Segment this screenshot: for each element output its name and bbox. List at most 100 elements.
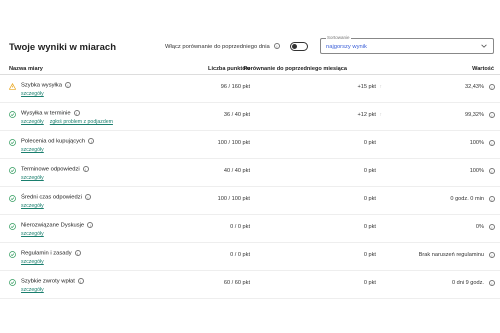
check-circle-icon xyxy=(9,223,16,230)
row-link[interactable]: szczegóły xyxy=(21,231,44,237)
value-cell: Brak naruszeń regulaminu xyxy=(418,252,484,258)
row-links: szczegóły zgłoś problem z podjazdem xyxy=(21,119,119,125)
row-link[interactable]: zgłoś problem z podjazdem xyxy=(50,119,113,125)
row-link[interactable]: szczegóły xyxy=(21,175,44,181)
info-icon[interactable]: i xyxy=(489,167,495,174)
column-header-compare[interactable]: Porównanie do poprzedniego miesiąca xyxy=(243,66,347,72)
info-icon[interactable]: i xyxy=(77,278,84,284)
compare-cell: 0 pkt xyxy=(363,196,376,202)
compare-cell: 0 pkt xyxy=(363,140,376,146)
info-icon[interactable]: i xyxy=(82,166,89,172)
row-link[interactable]: szczegóły xyxy=(21,119,44,125)
sort-select[interactable]: Sortowanie najgorszy wynik xyxy=(320,35,494,54)
table-row: Szybkie zwroty wpłat i szczegóły 60 / 60 pk… xyxy=(0,273,500,299)
info-icon[interactable]: i xyxy=(88,138,95,144)
row-link[interactable]: szczegóły xyxy=(21,147,44,153)
info-icon[interactable]: i xyxy=(489,83,495,90)
chevron-down-icon xyxy=(481,44,487,48)
value-cell: 0 dni 9 godz. xyxy=(451,280,484,286)
info-icon[interactable]: i xyxy=(489,279,495,286)
compare-toggle-label: Włącz porównanie do poprzedniego dnia xyxy=(165,44,270,50)
value-cell: 0% xyxy=(475,224,484,230)
page-title: Twoje wyniki w miarach xyxy=(9,42,116,53)
metric-label: Regulamin i zasady xyxy=(21,250,72,257)
column-header-value[interactable]: Wartość xyxy=(472,66,494,72)
table-row: Regulamin i zasady i szczegóły 0 / 0 pkt 0 p… xyxy=(0,245,500,271)
row-links: szczegóły xyxy=(21,175,50,181)
check-circle-icon xyxy=(9,251,16,258)
arrow-up-icon: ↑ xyxy=(379,84,383,90)
metric-label: Średni czas odpowiedzi xyxy=(21,194,82,201)
points-cell: 36 / 40 pkt xyxy=(223,112,250,118)
metric-name: Polecenia od kupujących i xyxy=(21,138,95,145)
points-cell: 0 / 0 pkt xyxy=(230,252,250,258)
info-icon[interactable]: i xyxy=(74,250,81,256)
metric-name: Regulamin i zasady i xyxy=(21,250,81,257)
value-cell: 100% xyxy=(469,168,484,174)
metric-label: Szybkie zwroty wpłat xyxy=(21,278,75,285)
info-icon[interactable]: i xyxy=(64,82,71,88)
results-header: Twoje wyniki w miarach Włącz porównanie … xyxy=(0,30,500,62)
points-cell: 40 / 40 pkt xyxy=(223,168,250,174)
row-links: szczegóły xyxy=(21,203,50,209)
toggle-knob xyxy=(292,44,297,49)
compare-cell: 0 pkt xyxy=(363,252,376,258)
check-circle-icon xyxy=(9,111,16,118)
metric-label: Terminowe odpowiedzi xyxy=(21,166,80,173)
row-links: szczegóły xyxy=(21,287,50,293)
table-row: Nierozwiązane Dyskusje i szczegóły 0 / 0 pk… xyxy=(0,217,500,243)
table-header: Nazwa miary Liczba punktów Porównanie do… xyxy=(0,63,500,75)
table-row: Terminowe odpowiedzi i szczegóły 40 / 40 pk… xyxy=(0,161,500,187)
value-cell: 32,43% xyxy=(465,84,484,90)
check-circle-icon xyxy=(9,167,16,174)
info-icon[interactable]: i xyxy=(84,194,91,200)
compare-toggle[interactable] xyxy=(290,42,308,51)
check-circle-icon xyxy=(9,195,16,202)
warning-triangle-icon xyxy=(9,83,16,90)
metric-label: Wysyłka w terminie xyxy=(21,110,71,117)
compare-cell: 0 pkt xyxy=(363,280,376,286)
info-icon[interactable]: i xyxy=(489,195,495,202)
table-row: Szybka wysyłka i szczegóły 96 / 160 pkt +15 … xyxy=(0,77,500,103)
points-cell: 100 / 100 pkt xyxy=(217,196,250,202)
compare-cell: +15 pkt xyxy=(357,84,376,90)
row-link[interactable]: szczegóły xyxy=(21,259,44,265)
points-cell: 0 / 0 pkt xyxy=(230,224,250,230)
metric-name: Szybkie zwroty wpłat i xyxy=(21,278,84,285)
sort-selected-value: najgorszy wynik xyxy=(326,43,367,50)
metric-label: Szybka wysyłka xyxy=(21,82,62,89)
value-cell: 0 godz. 0 min xyxy=(450,196,484,202)
row-links: szczegóły xyxy=(21,231,50,237)
info-icon[interactable]: i xyxy=(489,223,495,230)
column-header-name[interactable]: Nazwa miary xyxy=(9,66,43,72)
value-cell: 99,32% xyxy=(465,112,484,118)
table-row: Polecenia od kupujących i szczegóły 100 / 1… xyxy=(0,133,500,159)
table-row: Wysyłka w terminie i szczegóły zgłoś proble… xyxy=(0,105,500,131)
row-links: szczegóły xyxy=(21,91,50,97)
metric-name: Średni czas odpowiedzi i xyxy=(21,194,91,201)
info-icon[interactable]: i xyxy=(274,43,280,49)
info-icon[interactable]: i xyxy=(489,139,495,146)
points-cell: 96 / 160 pkt xyxy=(220,84,250,90)
compare-cell: 0 pkt xyxy=(363,224,376,230)
info-icon[interactable]: i xyxy=(489,111,495,118)
info-icon[interactable]: i xyxy=(73,110,80,116)
check-circle-icon xyxy=(9,279,16,286)
table-row: Średni czas odpowiedzi i szczegóły 100 / 10… xyxy=(0,189,500,215)
metric-name: Wysyłka w terminie i xyxy=(21,110,80,117)
compare-cell: 0 pkt xyxy=(363,168,376,174)
info-icon[interactable]: i xyxy=(87,222,94,228)
row-link[interactable]: szczegóły xyxy=(21,287,44,293)
check-circle-icon xyxy=(9,139,16,146)
sort-legend: Sortowanie xyxy=(326,35,351,40)
metric-label: Nierozwiązane Dyskusje xyxy=(21,222,85,229)
row-links: szczegóły xyxy=(21,259,50,265)
value-cell: 100% xyxy=(469,140,484,146)
info-icon[interactable]: i xyxy=(489,251,495,258)
metric-label: Polecenia od kupujących xyxy=(21,138,86,145)
row-link[interactable]: szczegóły xyxy=(21,203,44,209)
metric-name: Terminowe odpowiedzi i xyxy=(21,166,89,173)
row-link[interactable]: szczegóły xyxy=(21,91,44,97)
points-cell: 60 / 60 pkt xyxy=(223,280,250,286)
row-links: szczegóły xyxy=(21,147,50,153)
